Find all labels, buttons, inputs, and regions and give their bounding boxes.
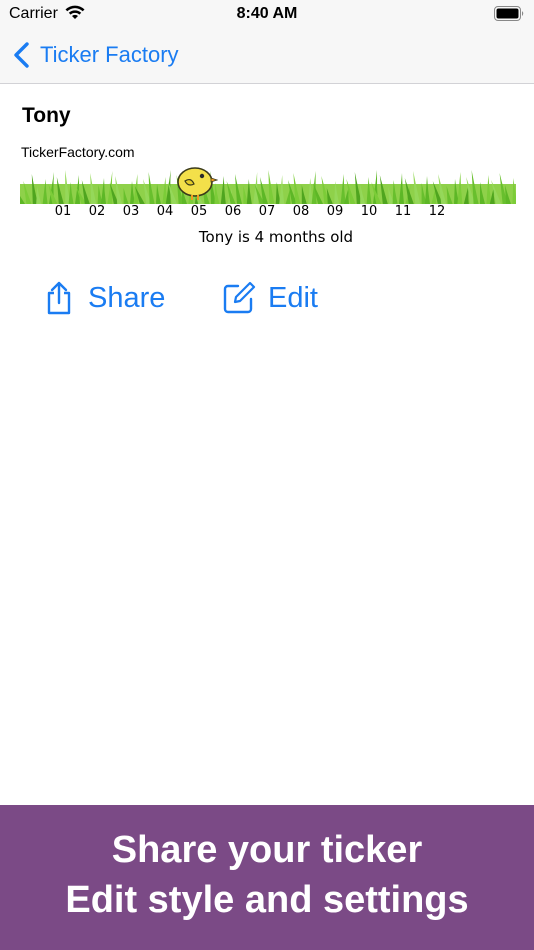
promo-banner: Share your ticker Edit style and setting… [0,805,534,950]
battery-full-icon [494,6,524,21]
ticker-preview: TickerFactory.com 01 02 03 04 05 06 07 0… [20,142,516,246]
month-label: 10 [360,204,378,219]
month-label: 04 [156,204,174,219]
share-button-label: Share [88,281,166,314]
navigation-bar: Ticker Factory [0,30,534,84]
chevron-left-icon [14,42,29,68]
month-label: 12 [428,204,446,219]
back-button[interactable]: Ticker Factory [12,40,179,70]
month-label: 01 [54,204,72,219]
month-label: 06 [224,204,242,219]
ticker-site-label: TickerFactory.com [21,144,135,160]
month-label: 05 [190,204,208,219]
month-label: 02 [88,204,106,219]
share-button[interactable]: Share [42,274,165,322]
action-row: Share Edit [0,274,534,324]
month-scale: 01 02 03 04 05 06 07 08 09 10 11 12 [20,204,516,222]
promo-line-2: Edit style and settings [65,879,469,921]
month-label: 07 [258,204,276,219]
promo-line-1: Share your ticker [111,829,423,871]
grass-strip [20,170,516,204]
chick-icon [177,167,218,200]
ticker-caption: Tony is 4 months old [198,228,354,246]
month-label: 09 [326,204,344,219]
clock: 8:40 AM [236,5,298,22]
back-button-label: Ticker Factory [40,42,179,67]
edit-button-label: Edit [268,281,318,314]
month-label: 03 [122,204,140,219]
edit-button[interactable]: Edit [222,274,318,322]
month-label: 08 [292,204,310,219]
compose-icon [223,281,256,314]
ticker-title: Tony [22,104,71,127]
share-icon [47,281,71,315]
month-label: 11 [394,204,412,219]
status-bar: Carrier 8:40 AM [0,0,534,30]
